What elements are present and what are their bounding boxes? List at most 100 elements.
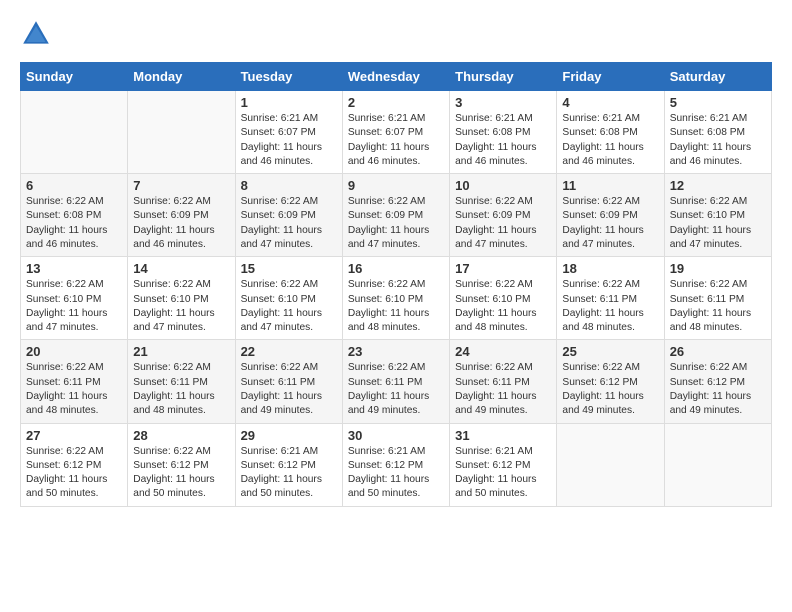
day-info: Sunrise: 6:22 AM Sunset: 6:11 PM Dayligh… bbox=[562, 278, 658, 335]
day-info: Sunrise: 6:22 AM Sunset: 6:11 PM Dayligh… bbox=[670, 278, 766, 335]
day-info: Sunrise: 6:21 AM Sunset: 6:08 PM Dayligh… bbox=[670, 112, 766, 169]
day-info: Sunrise: 6:22 AM Sunset: 6:09 PM Dayligh… bbox=[241, 195, 337, 252]
week-row-3: 13Sunrise: 6:22 AM Sunset: 6:10 PM Dayli… bbox=[21, 257, 772, 340]
calendar-cell: 8 Sunrise: 6:22 AM Sunset: 6:09 PM Daylig… bbox=[235, 174, 342, 257]
calendar-cell: 5 Sunrise: 6:21 AM Sunset: 6:08 PM Daylig… bbox=[664, 91, 771, 174]
day-number: 8 bbox=[241, 178, 337, 193]
calendar-cell: 27Sunrise: 6:22 AM Sunset: 6:12 PM Dayli… bbox=[21, 423, 128, 506]
calendar-cell: 9 Sunrise: 6:22 AM Sunset: 6:09 PM Daylig… bbox=[342, 174, 449, 257]
calendar-cell: 16 Sunrise: 6:22 AM Sunset: 6:10 PM Dayli… bbox=[342, 257, 449, 340]
calendar-cell: 29 Sunrise: 6:21 AM Sunset: 6:12 PM Dayli… bbox=[235, 423, 342, 506]
calendar-cell: 24 Sunrise: 6:22 AM Sunset: 6:11 PM Dayli… bbox=[450, 340, 557, 423]
calendar-cell: 4 Sunrise: 6:21 AM Sunset: 6:08 PM Daylig… bbox=[557, 91, 664, 174]
calendar-cell: 1Sunrise: 6:21 AM Sunset: 6:07 PM Daylig… bbox=[235, 91, 342, 174]
day-info: Sunrise: 6:22 AM Sunset: 6:10 PM Dayligh… bbox=[670, 195, 766, 252]
calendar-cell: 10 Sunrise: 6:22 AM Sunset: 6:09 PM Dayli… bbox=[450, 174, 557, 257]
day-info: Sunrise: 6:22 AM Sunset: 6:12 PM Dayligh… bbox=[133, 445, 229, 502]
col-header-monday: Monday bbox=[128, 63, 235, 91]
day-info: Sunrise: 6:21 AM Sunset: 6:08 PM Dayligh… bbox=[562, 112, 658, 169]
col-header-friday: Friday bbox=[557, 63, 664, 91]
day-number: 26 bbox=[670, 344, 766, 359]
day-number: 5 bbox=[670, 95, 766, 110]
header bbox=[20, 18, 772, 50]
week-row-2: 6 Sunrise: 6:22 AM Sunset: 6:08 PM Daylig… bbox=[21, 174, 772, 257]
day-info: Sunrise: 6:21 AM Sunset: 6:08 PM Dayligh… bbox=[455, 112, 551, 169]
calendar-cell bbox=[664, 423, 771, 506]
col-header-sunday: Sunday bbox=[21, 63, 128, 91]
calendar-cell: 18 Sunrise: 6:22 AM Sunset: 6:11 PM Dayli… bbox=[557, 257, 664, 340]
header-row: SundayMondayTuesdayWednesdayThursdayFrid… bbox=[21, 63, 772, 91]
day-number: 31 bbox=[455, 428, 551, 443]
day-number: 9 bbox=[348, 178, 444, 193]
day-number: 16 bbox=[348, 261, 444, 276]
day-number: 19 bbox=[670, 261, 766, 276]
day-number: 4 bbox=[562, 95, 658, 110]
calendar-cell bbox=[21, 91, 128, 174]
calendar-cell: 28 Sunrise: 6:22 AM Sunset: 6:12 PM Dayli… bbox=[128, 423, 235, 506]
day-info: Sunrise: 6:22 AM Sunset: 6:11 PM Dayligh… bbox=[455, 361, 551, 418]
day-number: 6 bbox=[26, 178, 122, 193]
day-number: 15 bbox=[241, 261, 337, 276]
page: SundayMondayTuesdayWednesdayThursdayFrid… bbox=[0, 0, 792, 612]
day-number: 11 bbox=[562, 178, 658, 193]
day-info: Sunrise: 6:21 AM Sunset: 6:12 PM Dayligh… bbox=[241, 445, 337, 502]
day-info: Sunrise: 6:22 AM Sunset: 6:08 PM Dayligh… bbox=[26, 195, 122, 252]
calendar-table: SundayMondayTuesdayWednesdayThursdayFrid… bbox=[20, 62, 772, 507]
col-header-wednesday: Wednesday bbox=[342, 63, 449, 91]
day-number: 29 bbox=[241, 428, 337, 443]
calendar-cell: 2Sunrise: 6:21 AM Sunset: 6:07 PM Daylig… bbox=[342, 91, 449, 174]
logo bbox=[20, 18, 56, 50]
day-info: Sunrise: 6:21 AM Sunset: 6:07 PM Dayligh… bbox=[241, 112, 337, 169]
calendar-cell: 13Sunrise: 6:22 AM Sunset: 6:10 PM Dayli… bbox=[21, 257, 128, 340]
calendar-cell: 17Sunrise: 6:22 AM Sunset: 6:10 PM Dayli… bbox=[450, 257, 557, 340]
day-number: 28 bbox=[133, 428, 229, 443]
calendar-cell: 15Sunrise: 6:22 AM Sunset: 6:10 PM Dayli… bbox=[235, 257, 342, 340]
calendar-cell: 12 Sunrise: 6:22 AM Sunset: 6:10 PM Dayli… bbox=[664, 174, 771, 257]
day-number: 25 bbox=[562, 344, 658, 359]
day-info: Sunrise: 6:21 AM Sunset: 6:12 PM Dayligh… bbox=[455, 445, 551, 502]
day-info: Sunrise: 6:22 AM Sunset: 6:09 PM Dayligh… bbox=[348, 195, 444, 252]
logo-icon bbox=[20, 18, 52, 50]
day-info: Sunrise: 6:22 AM Sunset: 6:10 PM Dayligh… bbox=[455, 278, 551, 335]
day-number: 18 bbox=[562, 261, 658, 276]
week-row-5: 27Sunrise: 6:22 AM Sunset: 6:12 PM Dayli… bbox=[21, 423, 772, 506]
calendar-cell: 11 Sunrise: 6:22 AM Sunset: 6:09 PM Dayli… bbox=[557, 174, 664, 257]
day-info: Sunrise: 6:22 AM Sunset: 6:11 PM Dayligh… bbox=[348, 361, 444, 418]
day-info: Sunrise: 6:22 AM Sunset: 6:12 PM Dayligh… bbox=[562, 361, 658, 418]
day-number: 10 bbox=[455, 178, 551, 193]
day-info: Sunrise: 6:21 AM Sunset: 6:07 PM Dayligh… bbox=[348, 112, 444, 169]
day-info: Sunrise: 6:22 AM Sunset: 6:11 PM Dayligh… bbox=[26, 361, 122, 418]
day-info: Sunrise: 6:22 AM Sunset: 6:09 PM Dayligh… bbox=[133, 195, 229, 252]
week-row-1: 1Sunrise: 6:21 AM Sunset: 6:07 PM Daylig… bbox=[21, 91, 772, 174]
day-info: Sunrise: 6:22 AM Sunset: 6:10 PM Dayligh… bbox=[348, 278, 444, 335]
calendar-cell: 14 Sunrise: 6:22 AM Sunset: 6:10 PM Dayli… bbox=[128, 257, 235, 340]
day-number: 3 bbox=[455, 95, 551, 110]
calendar-cell: 23Sunrise: 6:22 AM Sunset: 6:11 PM Dayli… bbox=[342, 340, 449, 423]
day-info: Sunrise: 6:22 AM Sunset: 6:09 PM Dayligh… bbox=[562, 195, 658, 252]
day-number: 14 bbox=[133, 261, 229, 276]
calendar-cell: 22Sunrise: 6:22 AM Sunset: 6:11 PM Dayli… bbox=[235, 340, 342, 423]
day-info: Sunrise: 6:22 AM Sunset: 6:11 PM Dayligh… bbox=[241, 361, 337, 418]
calendar-cell: 19 Sunrise: 6:22 AM Sunset: 6:11 PM Dayli… bbox=[664, 257, 771, 340]
day-info: Sunrise: 6:22 AM Sunset: 6:11 PM Dayligh… bbox=[133, 361, 229, 418]
day-info: Sunrise: 6:21 AM Sunset: 6:12 PM Dayligh… bbox=[348, 445, 444, 502]
calendar-cell: 3 Sunrise: 6:21 AM Sunset: 6:08 PM Daylig… bbox=[450, 91, 557, 174]
day-info: Sunrise: 6:22 AM Sunset: 6:10 PM Dayligh… bbox=[133, 278, 229, 335]
calendar-cell: 25 Sunrise: 6:22 AM Sunset: 6:12 PM Dayli… bbox=[557, 340, 664, 423]
calendar-cell: 6 Sunrise: 6:22 AM Sunset: 6:08 PM Daylig… bbox=[21, 174, 128, 257]
col-header-thursday: Thursday bbox=[450, 63, 557, 91]
day-number: 24 bbox=[455, 344, 551, 359]
day-number: 7 bbox=[133, 178, 229, 193]
calendar-cell: 20Sunrise: 6:22 AM Sunset: 6:11 PM Dayli… bbox=[21, 340, 128, 423]
calendar-cell bbox=[128, 91, 235, 174]
day-number: 12 bbox=[670, 178, 766, 193]
week-row-4: 20Sunrise: 6:22 AM Sunset: 6:11 PM Dayli… bbox=[21, 340, 772, 423]
col-header-saturday: Saturday bbox=[664, 63, 771, 91]
day-number: 30 bbox=[348, 428, 444, 443]
calendar-cell: 21Sunrise: 6:22 AM Sunset: 6:11 PM Dayli… bbox=[128, 340, 235, 423]
calendar-cell: 31 Sunrise: 6:21 AM Sunset: 6:12 PM Dayli… bbox=[450, 423, 557, 506]
day-info: Sunrise: 6:22 AM Sunset: 6:12 PM Dayligh… bbox=[670, 361, 766, 418]
day-info: Sunrise: 6:22 AM Sunset: 6:10 PM Dayligh… bbox=[26, 278, 122, 335]
calendar-cell: 7 Sunrise: 6:22 AM Sunset: 6:09 PM Daylig… bbox=[128, 174, 235, 257]
day-info: Sunrise: 6:22 AM Sunset: 6:09 PM Dayligh… bbox=[455, 195, 551, 252]
